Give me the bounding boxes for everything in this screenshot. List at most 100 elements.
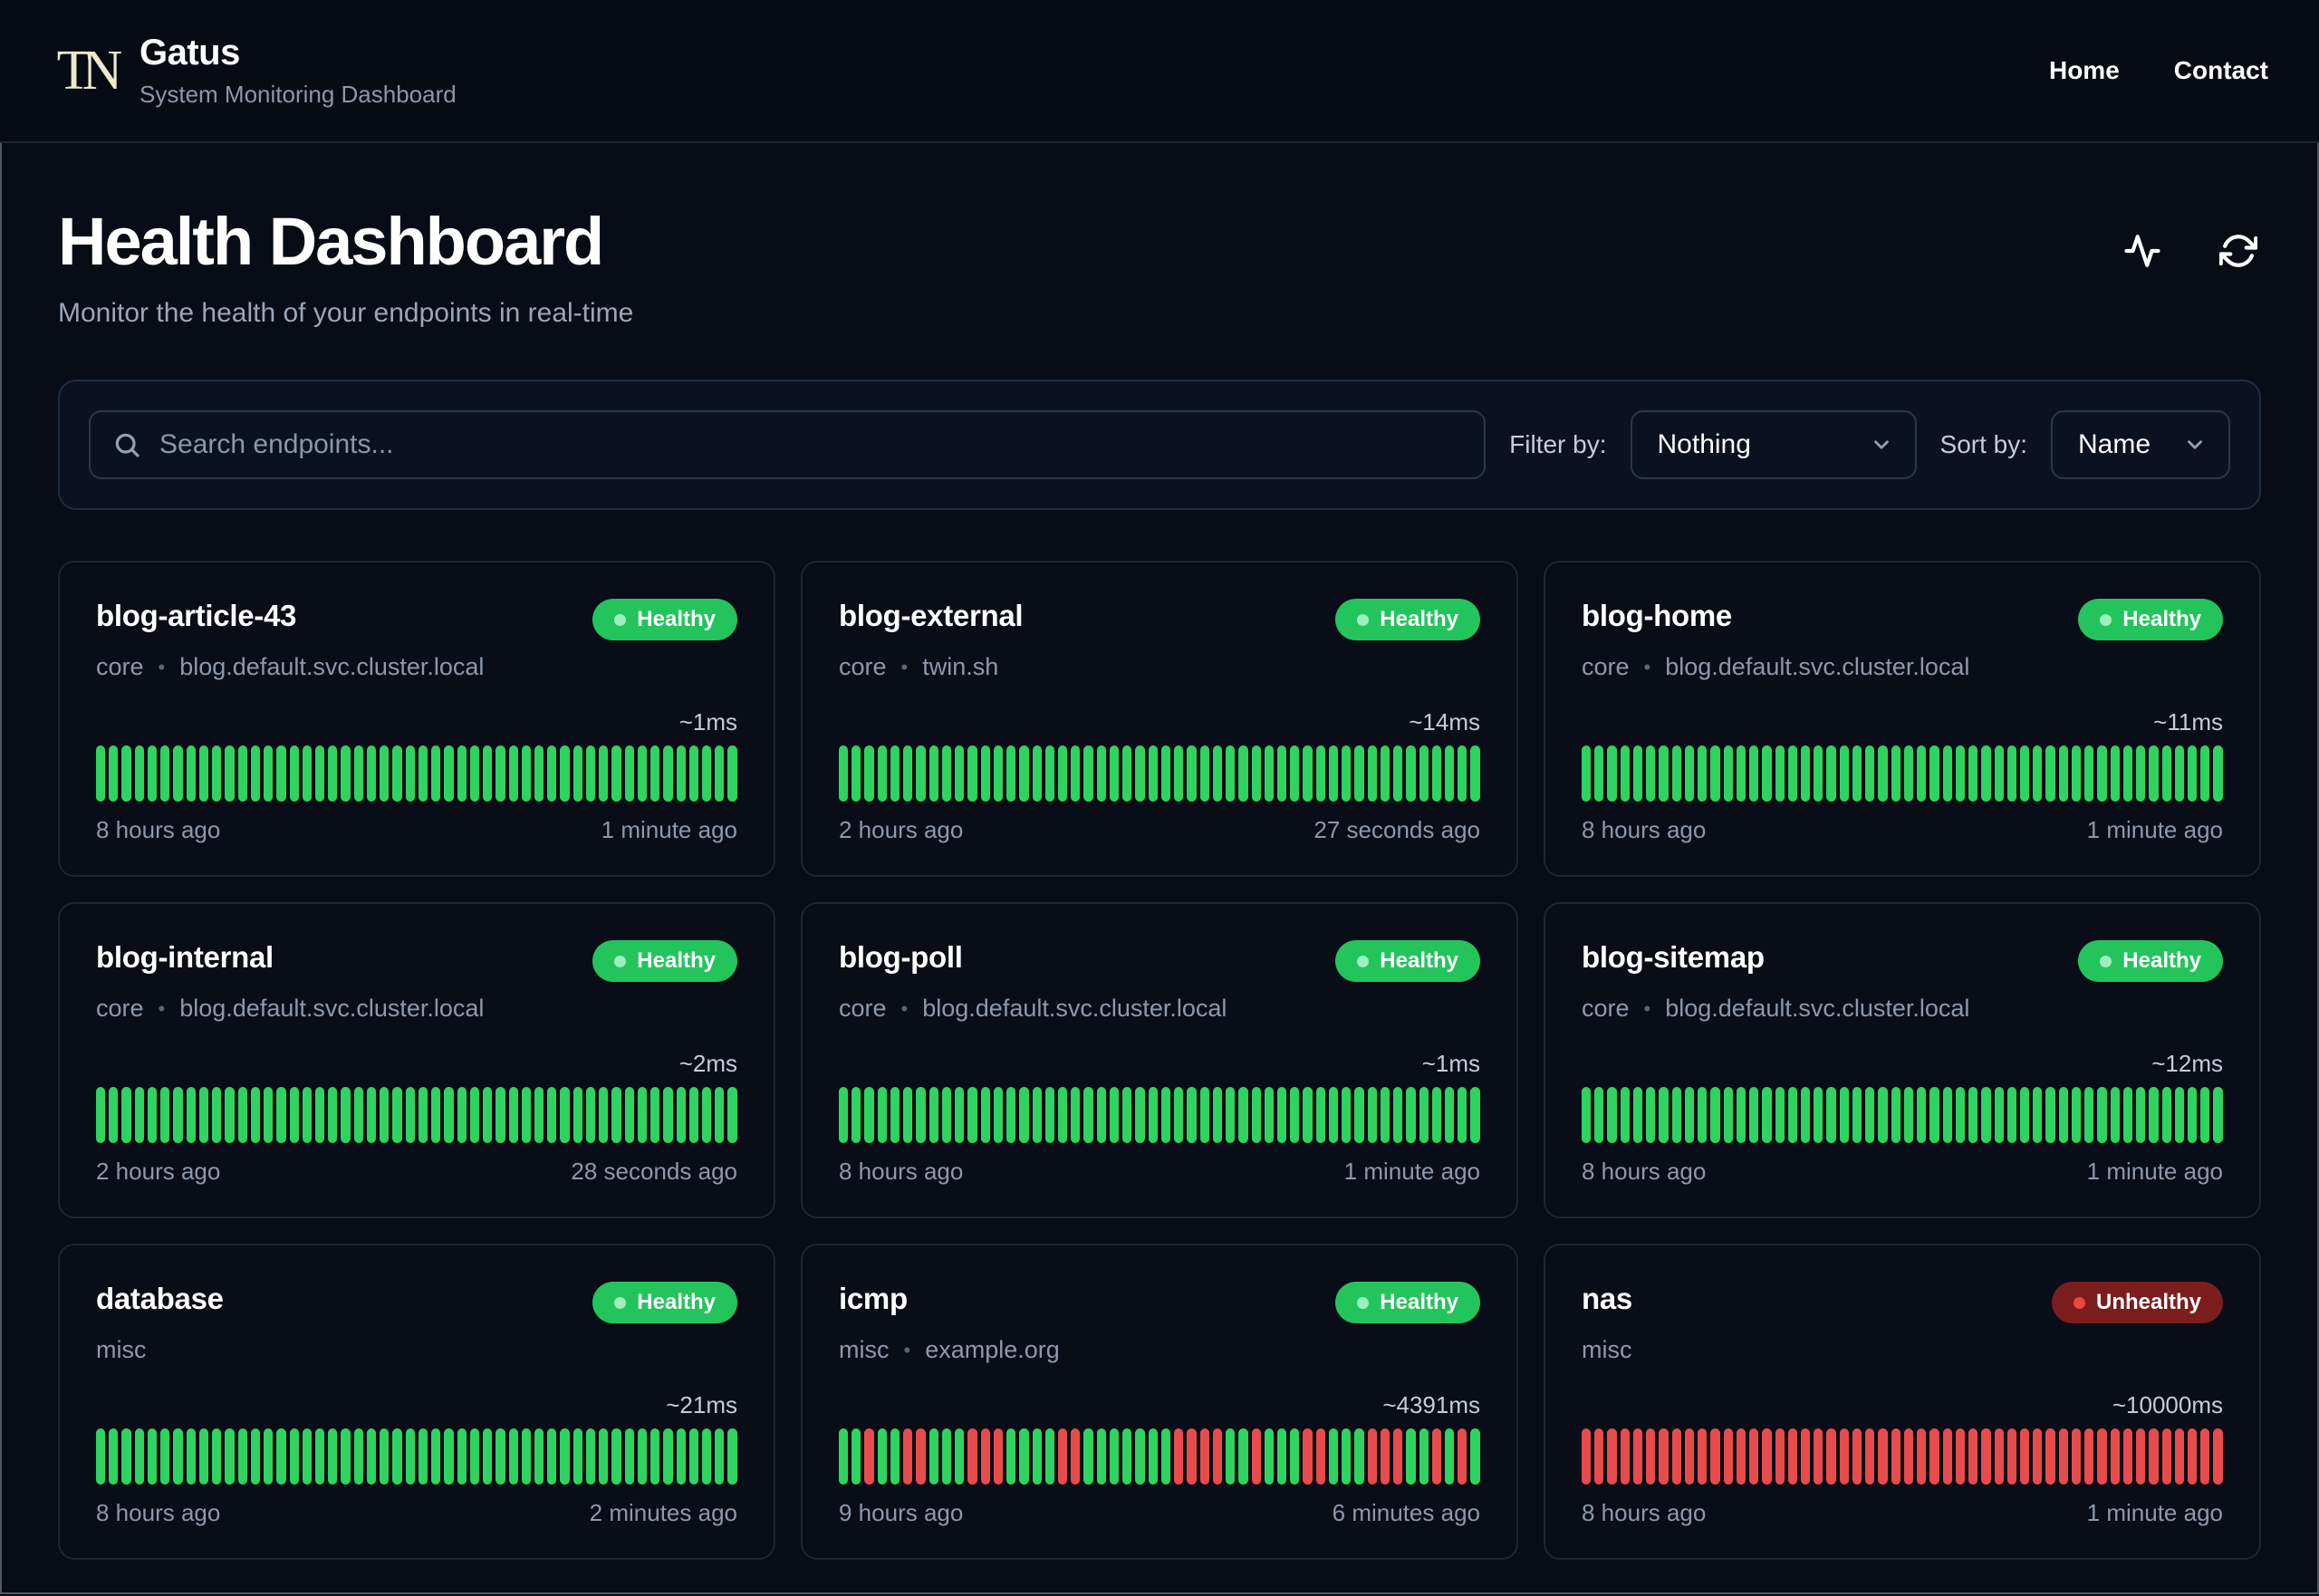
status-bar[interactable]	[2006, 745, 2016, 802]
status-bar[interactable]	[160, 745, 170, 802]
status-bar[interactable]	[1698, 1087, 1708, 1143]
status-bar[interactable]	[2084, 745, 2094, 802]
status-bar[interactable]	[457, 1087, 467, 1143]
status-bar[interactable]	[1406, 1087, 1416, 1143]
status-bar[interactable]	[147, 1428, 158, 1485]
status-bar[interactable]	[1342, 1087, 1352, 1143]
status-bar[interactable]	[839, 745, 849, 802]
status-bar[interactable]	[864, 745, 874, 802]
status-bar[interactable]	[1582, 745, 1592, 802]
status-bar[interactable]	[1994, 745, 2004, 802]
status-bar[interactable]	[1852, 1428, 1862, 1485]
status-bar[interactable]	[1607, 1087, 1617, 1143]
status-bar[interactable]	[1917, 1428, 1927, 1485]
status-bar[interactable]	[328, 1428, 338, 1485]
status-bar[interactable]	[1646, 1087, 1656, 1143]
status-bar[interactable]	[1354, 745, 1364, 802]
status-bar[interactable]	[2200, 1428, 2210, 1485]
status-bar[interactable]	[1891, 745, 1900, 802]
status-bar[interactable]	[134, 745, 144, 802]
status-bar[interactable]	[1212, 745, 1223, 802]
status-bar[interactable]	[1470, 1428, 1480, 1485]
status-bar[interactable]	[2174, 745, 2185, 802]
status-bar[interactable]	[993, 1428, 1004, 1485]
status-bar[interactable]	[941, 1087, 952, 1143]
status-bar[interactable]	[1839, 1428, 1849, 1485]
endpoint-card[interactable]: blog-sitemap Healthy core • blog.default…	[1544, 902, 2261, 1218]
status-bar[interactable]	[1582, 1428, 1592, 1485]
status-bar[interactable]	[1354, 1428, 1364, 1485]
status-bar[interactable]	[353, 1428, 363, 1485]
status-bar[interactable]	[496, 745, 505, 802]
status-bar[interactable]	[877, 1428, 887, 1485]
status-bar[interactable]	[650, 1087, 660, 1143]
status-bar[interactable]	[1226, 1087, 1236, 1143]
status-bar[interactable]	[903, 1428, 913, 1485]
status-bar[interactable]	[109, 1428, 119, 1485]
status-bar[interactable]	[585, 1087, 596, 1143]
status-bar[interactable]	[1470, 1087, 1480, 1143]
status-bar[interactable]	[650, 745, 660, 802]
status-bar[interactable]	[560, 1428, 570, 1485]
status-bar[interactable]	[225, 1087, 235, 1143]
status-bar[interactable]	[109, 1087, 119, 1143]
status-bar[interactable]	[1878, 1087, 1888, 1143]
status-bar[interactable]	[1303, 745, 1313, 802]
status-bar[interactable]	[1917, 1087, 1927, 1143]
status-bar[interactable]	[186, 1087, 196, 1143]
status-bar[interactable]	[1723, 745, 1733, 802]
status-bar[interactable]	[1083, 745, 1093, 802]
status-bar[interactable]	[599, 1087, 609, 1143]
status-bar[interactable]	[2110, 745, 2120, 802]
status-bar[interactable]	[521, 1428, 531, 1485]
status-bar[interactable]	[1787, 1428, 1797, 1485]
status-bar[interactable]	[2200, 745, 2210, 802]
status-bar[interactable]	[1083, 1087, 1093, 1143]
status-bar[interactable]	[1367, 1087, 1377, 1143]
status-bar[interactable]	[1071, 1428, 1081, 1485]
status-bar[interactable]	[1264, 745, 1274, 802]
status-bar[interactable]	[1071, 1087, 1081, 1143]
status-bar[interactable]	[2110, 1428, 2120, 1485]
status-bar[interactable]	[341, 745, 351, 802]
status-bar[interactable]	[676, 745, 686, 802]
status-bar[interactable]	[534, 1428, 544, 1485]
endpoint-card[interactable]: nas Unhealthy misc • ~10000ms 8 hours ag…	[1544, 1244, 2261, 1560]
status-bar[interactable]	[341, 1428, 351, 1485]
status-bar[interactable]	[2084, 1087, 2094, 1143]
status-bar[interactable]	[1994, 1428, 2004, 1485]
status-bar[interactable]	[1251, 1428, 1261, 1485]
status-bar[interactable]	[237, 1428, 247, 1485]
status-bar[interactable]	[1736, 745, 1746, 802]
status-bar[interactable]	[1393, 745, 1403, 802]
status-bar[interactable]	[1955, 1428, 1966, 1485]
status-bar[interactable]	[1903, 1087, 1914, 1143]
status-bar[interactable]	[1431, 1428, 1442, 1485]
status-bar[interactable]	[1071, 745, 1081, 802]
status-bar[interactable]	[1749, 1428, 1759, 1485]
status-bar[interactable]	[929, 1428, 938, 1485]
status-bar[interactable]	[1632, 745, 1643, 802]
status-bar[interactable]	[1187, 1087, 1197, 1143]
status-bar[interactable]	[2122, 1087, 2133, 1143]
status-bar[interactable]	[1264, 1087, 1274, 1143]
status-bar[interactable]	[469, 1087, 480, 1143]
status-bar[interactable]	[2058, 1428, 2068, 1485]
status-bar[interactable]	[702, 745, 712, 802]
status-bar[interactable]	[1419, 1087, 1429, 1143]
status-bar[interactable]	[663, 1087, 673, 1143]
status-bar[interactable]	[1814, 1087, 1823, 1143]
status-bar[interactable]	[1723, 1428, 1733, 1485]
status-bar[interactable]	[121, 745, 131, 802]
status-bar[interactable]	[1800, 745, 1811, 802]
status-bar[interactable]	[2045, 745, 2055, 802]
status-bar[interactable]	[1710, 745, 1720, 802]
status-bar[interactable]	[560, 1087, 570, 1143]
status-bar[interactable]	[1775, 1087, 1785, 1143]
status-bar[interactable]	[366, 1087, 377, 1143]
status-bar[interactable]	[212, 1428, 222, 1485]
status-bar[interactable]	[941, 1428, 952, 1485]
status-bar[interactable]	[264, 745, 274, 802]
status-bar[interactable]	[328, 745, 338, 802]
status-bar[interactable]	[328, 1087, 338, 1143]
